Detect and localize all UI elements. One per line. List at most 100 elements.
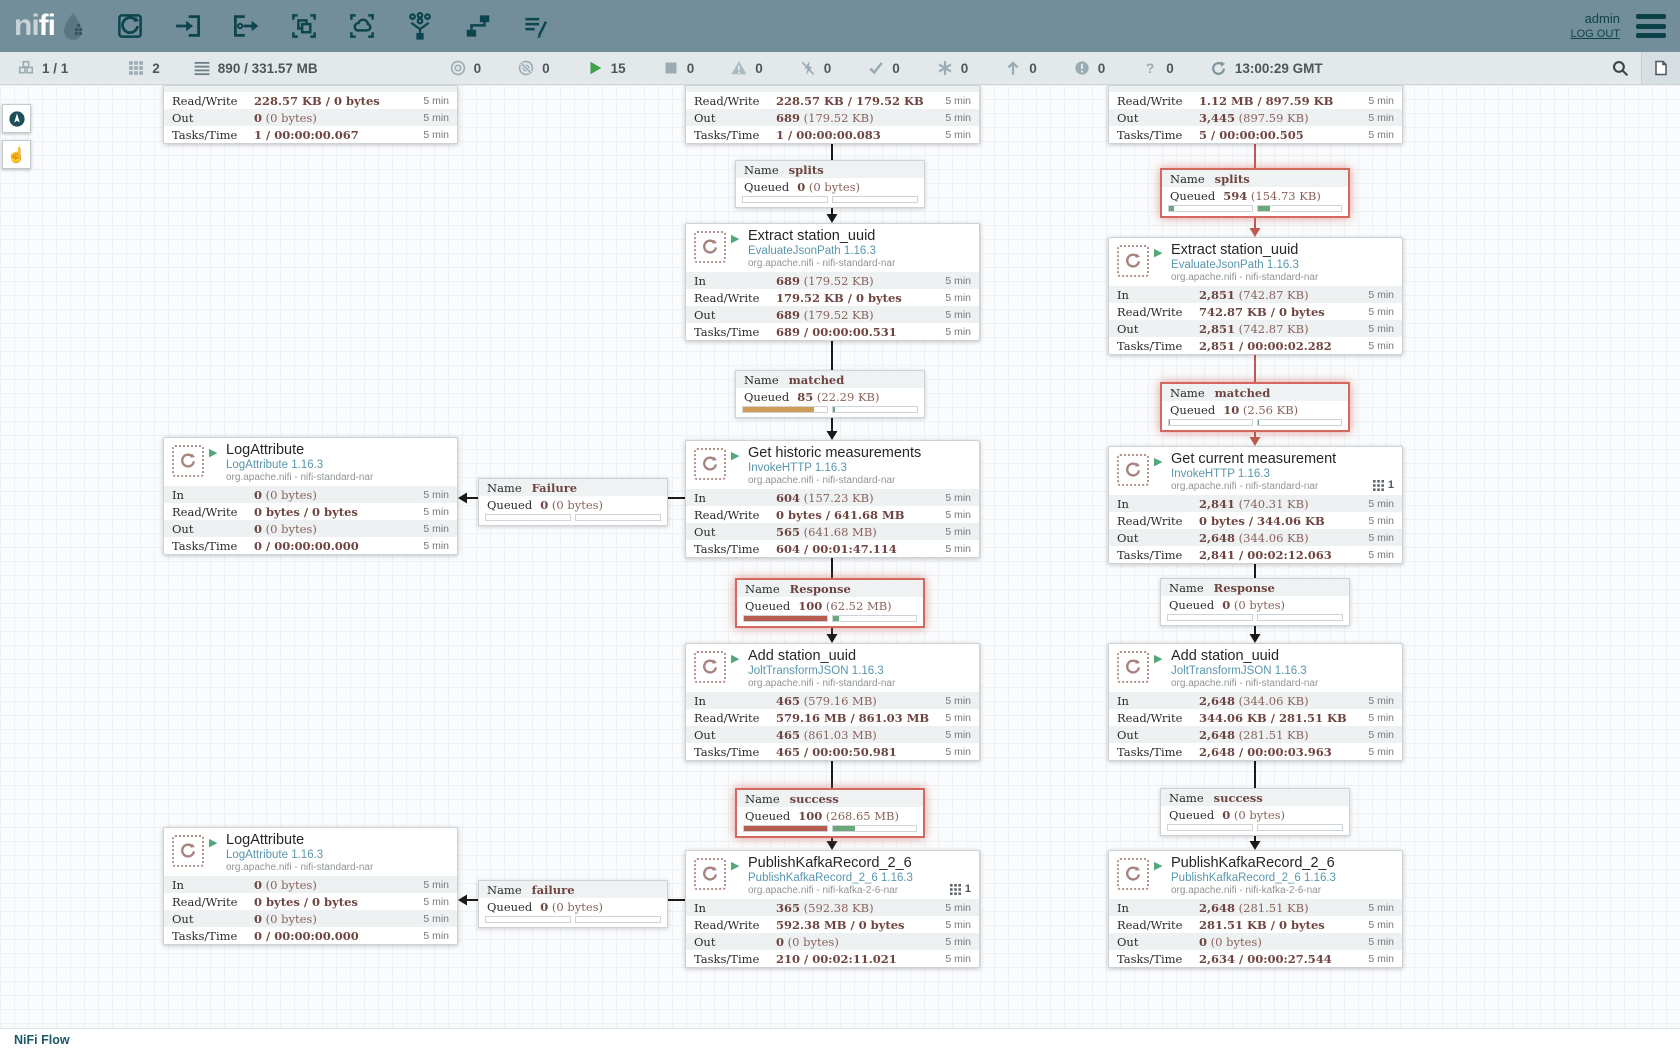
processor-name: LogAttribute <box>226 833 457 848</box>
processor-type-icon <box>1117 858 1149 890</box>
processor-name: Extract station_uuid <box>1171 243 1402 258</box>
navigate-button[interactable] <box>2 104 31 133</box>
stat-period: 5 min <box>417 879 449 891</box>
processor-type: JoltTransformJSON 1.16.3 <box>748 666 979 678</box>
connection-name: matched <box>789 373 845 387</box>
connection-name-row: Namesplits <box>736 161 924 178</box>
stat-label: Tasks/Time <box>694 952 776 966</box>
stat-row-read-write: Read/Write0 bytes / 344.06 KB5 min <box>1109 512 1402 529</box>
status-stale-count: 0 <box>1029 61 1037 76</box>
connection-name: splits <box>1215 172 1250 186</box>
connection-left-failure-bottom[interactable]: NamefailureQueued0 (0 bytes) <box>478 880 668 928</box>
up-to-date-icon <box>868 60 884 76</box>
refresh-icon[interactable] <box>1211 60 1227 76</box>
processor-header: ▶LogAttributeLogAttribute 1.16.3org.apac… <box>164 438 457 486</box>
processor-log-attribute-top[interactable]: ▶LogAttributeLogAttribute 1.16.3org.apac… <box>163 437 458 555</box>
logout-link[interactable]: LOG OUT <box>1570 27 1620 42</box>
stat-label: Out <box>694 525 776 539</box>
queued-label: Queued <box>744 390 789 404</box>
stat-row-out: Out465 (861.03 MB)5 min <box>686 726 979 743</box>
connection-right-splits[interactable]: NamesplitsQueued594 (154.73 KB) <box>1160 168 1350 218</box>
stat-period: 5 min <box>417 913 449 925</box>
stat-value: 0 (0 bytes) <box>254 522 417 536</box>
connection-mid-success[interactable]: NamesuccessQueued100 (268.65 MB) <box>735 788 925 838</box>
connection-name-row: Namesplits <box>1162 170 1348 187</box>
stat-value: 465 (579.16 MB) <box>776 694 939 708</box>
new-template-button[interactable] <box>1641 52 1680 84</box>
status-stopped-count: 0 <box>687 61 695 76</box>
connection-left-failure-top[interactable]: NameFailureQueued0 (0 bytes) <box>478 478 668 526</box>
connection-mid-response[interactable]: NameResponseQueued100 (62.52 MB) <box>735 578 925 628</box>
template-icon[interactable] <box>462 10 494 42</box>
processor-log-attribute-bottom[interactable]: ▶LogAttributeLogAttribute 1.16.3org.apac… <box>163 827 458 945</box>
size-threshold-bar <box>1257 824 1343 831</box>
queued-value: 0 (0 bytes) <box>540 900 603 914</box>
processor-type: JoltTransformJSON 1.16.3 <box>1171 666 1402 678</box>
process-group-icon[interactable] <box>288 10 320 42</box>
processor-name: Get historic measurements <box>748 446 979 461</box>
processor-type: PublishKafkaRecord_2_6 1.16.3 <box>1171 873 1402 885</box>
remote-process-group-icon[interactable] <box>346 10 378 42</box>
status-locally-modified-count: 0 <box>961 61 969 76</box>
run-status-icon: ▶ <box>1154 246 1162 259</box>
name-label: Name <box>487 481 522 495</box>
status-transmitting: 0 <box>450 60 482 76</box>
name-label: Name <box>744 373 779 387</box>
processor-get-current-measurement[interactable]: ▶Get current measurementInvokeHTTP 1.16.… <box>1108 446 1403 564</box>
stat-period: 5 min <box>1362 498 1394 510</box>
processor-add-station-uuid-right[interactable]: ▶Add station_uuidJoltTransformJSON 1.16.… <box>1108 643 1403 761</box>
stat-row-tasks-time: Tasks/Time689 / 00:00:00.5315 min <box>686 323 979 340</box>
stat-value: 344.06 KB / 281.51 KB <box>1199 711 1362 725</box>
stat-value: 742.87 KB / 0 bytes <box>1199 305 1362 319</box>
active-thread-count-badge: 1 <box>950 883 971 895</box>
processor-stats: In2,841 (740.31 KB)5 minRead/Write0 byte… <box>1109 495 1402 563</box>
connection-name: failure <box>532 883 575 897</box>
connection-right-matched[interactable]: NamematchedQueued10 (2.56 KB) <box>1160 382 1350 432</box>
processor-icon[interactable] <box>114 10 146 42</box>
stat-row-read-write: Read/Write179.52 KB / 0 bytes5 min <box>686 289 979 306</box>
processor-top-left-partial[interactable]: Read/Write228.57 KB / 0 bytes5 minOut0 (… <box>163 85 458 144</box>
object-threshold-bar <box>1167 614 1253 621</box>
stat-label: Out <box>694 308 776 322</box>
connection-right-success[interactable]: NamesuccessQueued0 (0 bytes) <box>1160 788 1350 836</box>
breadcrumb[interactable]: NiFi Flow <box>14 1033 70 1047</box>
stat-label: Tasks/Time <box>694 745 776 759</box>
size-threshold-bar <box>832 825 917 832</box>
stat-label: Out <box>172 912 254 926</box>
processor-publish-kafka-mid[interactable]: ▶PublishKafkaRecord_2_6PublishKafkaRecor… <box>685 850 980 968</box>
stat-value: 2,648 (344.06 KB) <box>1199 694 1362 708</box>
processor-name: Add station_uuid <box>748 649 979 664</box>
stat-row-tasks-time: Tasks/Time2,851 / 00:00:02.2825 min <box>1109 337 1402 354</box>
input-port-icon[interactable] <box>172 10 204 42</box>
backpressure-bars <box>1162 418 1348 430</box>
search-icon[interactable] <box>1612 60 1629 77</box>
processor-publish-kafka-right[interactable]: ▶PublishKafkaRecord_2_6PublishKafkaRecor… <box>1108 850 1403 968</box>
processor-top-right-partial[interactable]: Read/Write1.12 MB / 897.59 KB5 minOut3,4… <box>1108 85 1403 144</box>
label-icon[interactable] <box>520 10 552 42</box>
status-up-to-date: 0 <box>868 60 900 76</box>
stat-period: 5 min <box>1362 902 1394 914</box>
processor-top-mid-partial[interactable]: Read/Write228.57 KB / 179.52 KB5 minOut6… <box>685 85 980 144</box>
funnel-icon[interactable] <box>404 10 436 42</box>
processor-extract-station-uuid-mid[interactable]: ▶Extract station_uuidEvaluateJsonPath 1.… <box>685 223 980 341</box>
connection-mid-matched[interactable]: NamematchedQueued85 (22.29 KB) <box>735 370 925 418</box>
connection-right-response[interactable]: NameResponseQueued0 (0 bytes) <box>1160 578 1350 626</box>
stat-period: 5 min <box>417 523 449 535</box>
connection-mid-splits[interactable]: NamesplitsQueued0 (0 bytes) <box>735 160 925 208</box>
status-items: 1 / 12890 / 331.57 MB00150000000?0 <box>18 60 1211 76</box>
stat-period: 5 min <box>1362 515 1394 527</box>
output-port-icon[interactable] <box>230 10 262 42</box>
processor-type-icon <box>1117 651 1149 683</box>
hand-button[interactable]: ☝ <box>2 140 31 169</box>
queued-value: 0 (0 bytes) <box>540 498 603 512</box>
processor-extract-station-uuid-right[interactable]: ▶Extract station_uuidEvaluateJsonPath 1.… <box>1108 237 1403 355</box>
processor-add-station-uuid-mid[interactable]: ▶Add station_uuidJoltTransformJSON 1.16.… <box>685 643 980 761</box>
stat-period: 5 min <box>417 896 449 908</box>
status-locally-modified-stale: 0 <box>1074 60 1106 76</box>
run-status-icon: ▶ <box>1154 652 1162 665</box>
stat-row-read-write: Read/Write0 bytes / 0 bytes5 min <box>164 503 457 520</box>
global-menu-button[interactable] <box>1636 14 1666 38</box>
stat-value: 689 (179.52 KB) <box>776 111 939 125</box>
stat-period: 5 min <box>1362 95 1394 107</box>
processor-get-historic-measurements[interactable]: ▶Get historic measurementsInvokeHTTP 1.1… <box>685 440 980 558</box>
